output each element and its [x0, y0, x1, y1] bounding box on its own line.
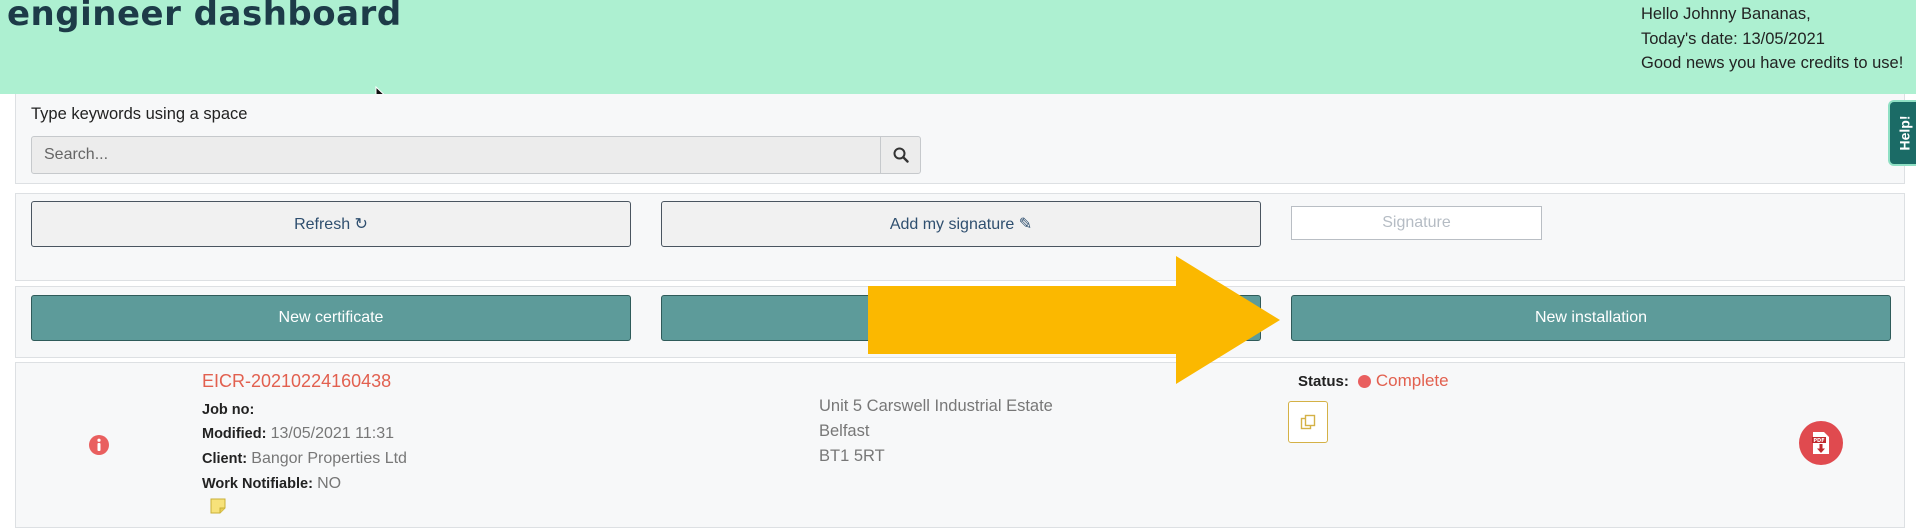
search-button[interactable]	[880, 137, 920, 173]
refresh-button[interactable]: Refresh ↻	[31, 201, 631, 247]
search-input[interactable]	[32, 137, 880, 173]
job-number-label: Job no:	[202, 402, 255, 418]
copy-icon	[1300, 414, 1316, 430]
status-dot-icon	[1357, 374, 1371, 388]
copy-button[interactable]	[1288, 401, 1328, 443]
svg-text:PDF: PDF	[1813, 438, 1824, 444]
user-greeting: Hello Johnny Bananas, Today's date: 13/0…	[1641, 2, 1903, 76]
new-installation-button[interactable]: New installation	[1291, 295, 1891, 341]
modified-value: 13/05/2021 11:31	[270, 425, 394, 442]
search-box	[31, 136, 921, 174]
job-number-row: Job no:	[202, 401, 254, 419]
search-icon	[893, 147, 909, 163]
modified-label: Modified:	[202, 426, 267, 442]
status-value: Complete	[1375, 371, 1449, 390]
credits-message: Good news you have credits to use!	[1641, 54, 1904, 72]
client-value: Bangor Properties Ltd	[251, 450, 407, 467]
todays-date: Today's date: 13/05/2021	[1641, 29, 1825, 48]
help-tab[interactable]: Help!	[1888, 100, 1916, 166]
job-id-link[interactable]: EICR-20210224160438	[202, 371, 391, 392]
sticky-note-icon[interactable]	[209, 497, 227, 515]
signature-button[interactable]: Signature	[1291, 206, 1542, 240]
address-line-1: Unit 5 Carswell Industrial Estate	[819, 397, 1053, 415]
greeting-name: Hello Johnny Bananas,	[1641, 5, 1811, 23]
job-row: EICR-20210224160438 Job no: Modified: 13…	[15, 362, 1905, 528]
arrow-right-icon	[868, 256, 1280, 384]
search-panel: Type keywords using a space	[15, 94, 1905, 184]
new-certificate-button[interactable]: New certificate	[31, 295, 631, 341]
client-label: Client:	[202, 451, 248, 467]
help-label: Help!	[1896, 115, 1912, 151]
job-address: Unit 5 Carswell Industrial Estate Belfas…	[819, 394, 1053, 469]
work-notifiable-label: Work Notifiable:	[202, 476, 313, 492]
add-signature-button[interactable]: Add my signature ✎	[661, 201, 1261, 247]
header-bar: engineer dashboard Hello Johnny Bananas,…	[0, 0, 1916, 94]
search-label: Type keywords using a space	[31, 105, 248, 123]
work-notifiable-value: NO	[317, 475, 342, 492]
pdf-download-icon: PDF	[1812, 432, 1829, 454]
address-line-3: BT1 5RT	[819, 447, 885, 465]
app-title: engineer dashboard	[7, 0, 402, 34]
modified-row: Modified: 13/05/2021 11:31	[202, 425, 394, 443]
work-notifiable-row: Work Notifiable: NO	[202, 475, 341, 493]
info-icon[interactable]	[88, 434, 110, 456]
pdf-download-button[interactable]: PDF	[1799, 421, 1843, 465]
client-row: Client: Bangor Properties Ltd	[202, 450, 407, 468]
address-line-2: Belfast	[819, 422, 870, 440]
job-status: Status: Complete	[1298, 371, 1449, 391]
status-label: Status:	[1298, 372, 1349, 390]
